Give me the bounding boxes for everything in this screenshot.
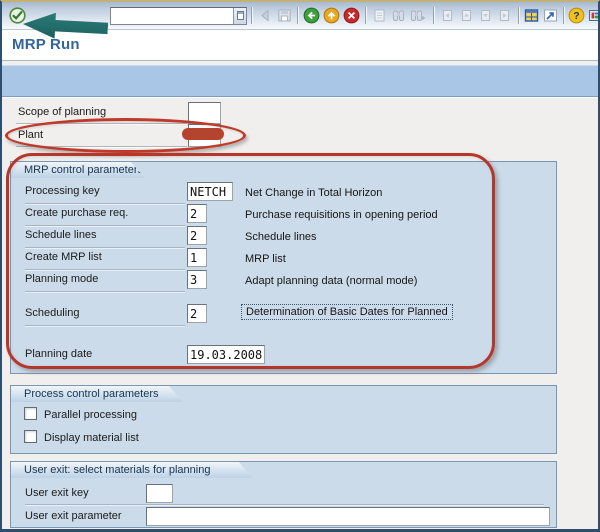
find-icon[interactable] [390,7,407,24]
toolbar-separator [297,7,299,24]
command-field[interactable] [110,7,247,25]
user-exit-group: User exit: select materials for planning… [10,461,557,528]
next-page-icon[interactable] [477,7,494,24]
toolbar-separator [433,7,435,24]
user-exit-parameter-input[interactable] [146,507,550,526]
field-separator [25,504,544,505]
new-session-icon[interactable] [523,7,540,24]
help-icon[interactable]: ? [568,7,585,24]
svg-text:?: ? [573,10,579,22]
enter-icon[interactable] [9,7,26,24]
title-band: MRP Run [2,30,598,61]
toolbar-separator [563,7,565,24]
sap-window: ? MRP Run Scope of planning Plant MRP co… [0,0,600,532]
last-page-icon[interactable] [496,7,513,24]
parallel-processing-checkbox[interactable] [24,407,37,420]
application-toolbar [2,65,598,97]
first-page-icon[interactable] [439,7,456,24]
customize-layout-icon[interactable] [587,7,598,24]
user-exit-key-label: User exit key [25,487,89,499]
annotation-plant-circle [5,118,246,153]
nav-cancel-icon[interactable] [343,7,360,24]
parallel-processing-label: Parallel processing [44,409,137,421]
process-control-parameters-group: Process control parameters Parallel proc… [10,385,557,454]
shortcut-icon[interactable] [542,7,559,24]
display-material-list-label: Display material list [44,432,139,444]
display-material-list-checkbox[interactable] [24,430,37,443]
toolbar-separator [365,7,367,24]
group-tab: Process control parameters [11,385,183,402]
command-input[interactable] [112,9,232,23]
group-title: User exit: select materials for planning [24,464,211,476]
find-next-icon[interactable] [409,7,426,24]
toolbar-separator [251,7,253,24]
command-dropdown-icon[interactable] [233,8,246,24]
annotation-mrp-rectangle [6,153,495,369]
toolbar-separator [518,7,520,24]
page-title: MRP Run [12,36,80,53]
print-icon[interactable] [371,7,388,24]
scope-of-planning-label: Scope of planning [18,106,107,118]
group-tab: User exit: select materials for planning [11,461,253,478]
user-exit-key-input[interactable] [146,484,173,503]
prev-page-icon[interactable] [458,7,475,24]
group-title: Process control parameters [24,388,159,400]
nav-back-icon[interactable] [303,7,320,24]
nav-exit-icon[interactable] [323,7,340,24]
user-exit-parameter-label: User exit parameter [25,510,122,522]
back-triangle-icon[interactable] [257,7,274,24]
save-icon[interactable] [276,7,293,24]
